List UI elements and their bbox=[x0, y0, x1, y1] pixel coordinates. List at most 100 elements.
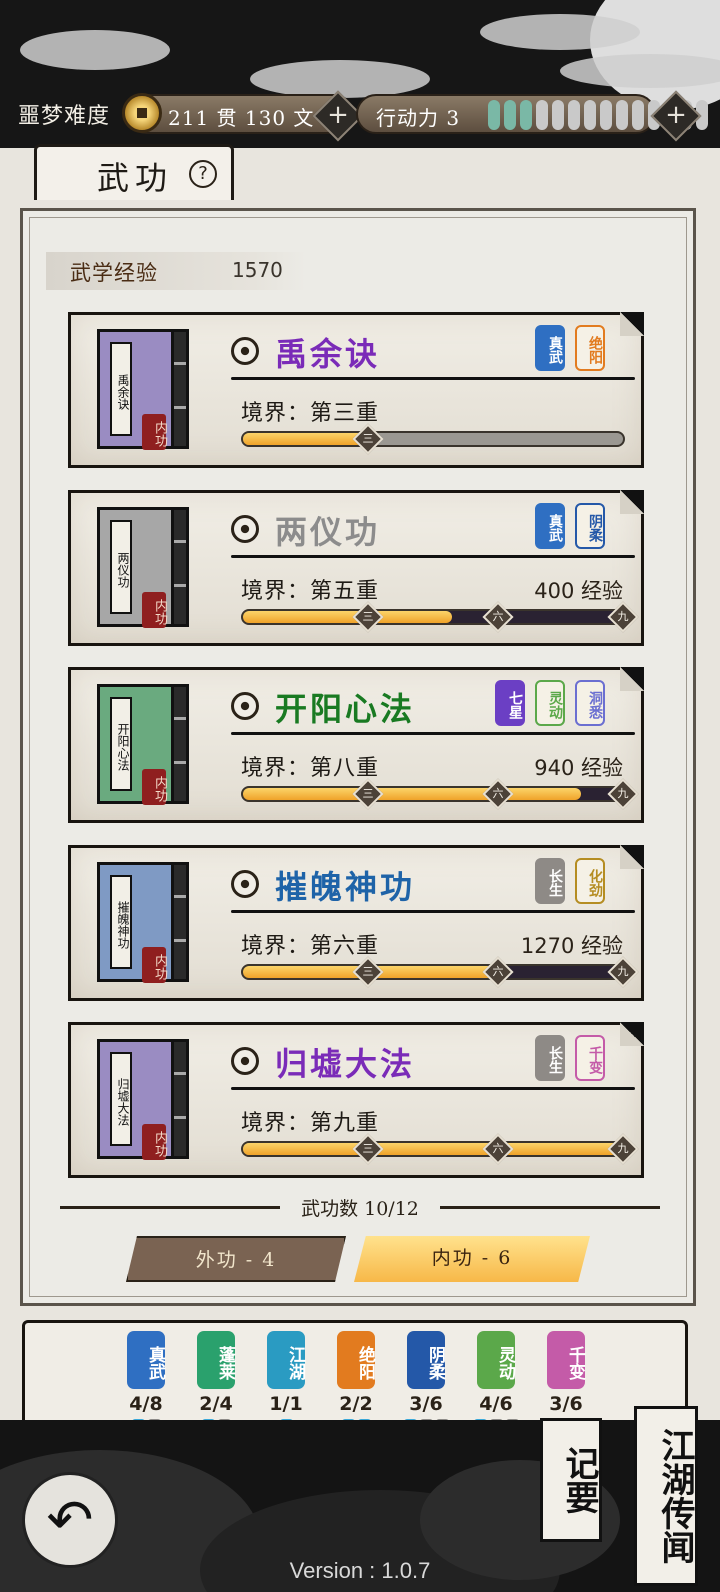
milestone-9: 九 bbox=[607, 778, 639, 810]
divider bbox=[231, 1087, 635, 1090]
book-seal: 内功 bbox=[142, 414, 167, 450]
action-point-pip bbox=[616, 100, 628, 130]
realm-progress-fill bbox=[243, 1143, 623, 1155]
school-count: 4/6 bbox=[479, 1393, 513, 1415]
skill-card[interactable]: 归墟大法 内功 归墟大法 长生 千变 境界：第九重 三 六 九 bbox=[68, 1022, 644, 1178]
plus-icon: + bbox=[665, 100, 687, 130]
realm-progress-bar: 三 六 九 bbox=[241, 423, 625, 455]
school-stamp: 江湖 bbox=[267, 1331, 305, 1389]
skill-tags: 真武 绝阳 bbox=[535, 325, 605, 371]
milestone-3: 三 bbox=[352, 1133, 384, 1165]
action-point-pip bbox=[568, 100, 580, 130]
money-value: 211 贯 130 文 bbox=[168, 106, 315, 130]
divider bbox=[231, 555, 635, 558]
skill-realm: 境界：第五重 bbox=[241, 579, 380, 604]
skill-card[interactable]: 开阳心法 内功 开阳心法 七星 灵动 洞悉 境界：第八重 940 经验 三 六 九 bbox=[68, 667, 644, 823]
experience-required: 400 经验 bbox=[534, 579, 623, 603]
book-seal: 内功 bbox=[142, 1124, 167, 1160]
milestone-3: 三 bbox=[352, 956, 384, 988]
filter-inner-skills-button[interactable]: 内功 - 6 bbox=[354, 1236, 590, 1282]
resource-bar: 噩梦难度 211 贯 130 文 + 行动力 3 + bbox=[0, 88, 720, 142]
realm-progress-fill bbox=[243, 611, 452, 623]
milestone-9: 九 bbox=[607, 601, 639, 633]
skill-name: 禹余诀 bbox=[275, 335, 381, 373]
school-stamp: 千变 bbox=[547, 1331, 585, 1389]
skill-book-icon: 开阳心法 内功 bbox=[97, 684, 189, 805]
skill-type-icon bbox=[231, 515, 259, 543]
skill-name: 两仪功 bbox=[275, 513, 381, 551]
skill-name: 开阳心法 bbox=[275, 690, 416, 728]
skill-card[interactable]: 摧魄神功 内功 摧魄神功 长生 化劲 境界：第六重 1270 经验 三 六 九 bbox=[68, 845, 644, 1001]
skill-type-icon bbox=[231, 692, 259, 720]
milestone-9: 九 bbox=[607, 1133, 639, 1165]
school-summary-item[interactable]: 真武 4/8 bbox=[121, 1331, 171, 1427]
plus-icon: + bbox=[327, 100, 349, 130]
add-action-points-button[interactable]: + bbox=[650, 90, 702, 142]
difficulty-label: 噩梦难度 bbox=[18, 104, 111, 129]
skill-realm: 境界：第九重 bbox=[241, 1111, 380, 1136]
realm-progress-fill bbox=[243, 433, 369, 445]
school-stamp: 真武 bbox=[127, 1331, 165, 1389]
book-title: 两仪功 bbox=[110, 520, 132, 614]
school-stamp: 灵动 bbox=[477, 1331, 515, 1389]
book-title: 归墟大法 bbox=[110, 1052, 132, 1146]
action-point-pip bbox=[552, 100, 564, 130]
skill-card[interactable]: 禹余诀 内功 禹余诀 真武绝阳 境界：第三重 三 六 九 bbox=[68, 312, 644, 468]
school-summary-item[interactable]: 江湖 1/1 bbox=[261, 1331, 311, 1427]
action-point-pip bbox=[488, 100, 500, 130]
card-corner bbox=[620, 312, 644, 336]
skill-tags: 长生 化劲 bbox=[535, 858, 605, 904]
school-summary-item[interactable]: 千变 3/6 bbox=[541, 1331, 591, 1419]
school-tag: 洞悉 bbox=[575, 680, 605, 726]
skill-name: 归墟大法 bbox=[275, 1045, 416, 1083]
skill-count: 武功数 10/12 bbox=[301, 1198, 419, 1220]
action-points-bar: 行动力 3 bbox=[356, 94, 708, 134]
school-tag: 千变 bbox=[575, 1035, 605, 1081]
school-tag: 阴柔 bbox=[575, 503, 605, 549]
back-button[interactable]: ↶ bbox=[22, 1472, 118, 1568]
school-stamp: 阴柔 bbox=[407, 1331, 445, 1389]
book-seal: 内功 bbox=[142, 592, 167, 628]
milestone-3: 三 bbox=[352, 778, 384, 810]
school-tag: 七星 bbox=[495, 680, 525, 726]
school-count: 2/2 bbox=[339, 1393, 373, 1415]
card-corner bbox=[620, 1022, 644, 1046]
skill-realm: 境界：第八重 bbox=[241, 756, 380, 781]
book-seal: 内功 bbox=[142, 947, 167, 983]
help-icon[interactable]: ? bbox=[189, 160, 217, 188]
realm-progress-fill bbox=[243, 788, 582, 800]
skill-book-icon: 归墟大法 内功 bbox=[97, 1039, 189, 1160]
milestone-6: 六 bbox=[482, 601, 514, 633]
tab-martial-arts[interactable]: 武功 ? bbox=[34, 144, 234, 200]
skill-tags: 长生 千变 bbox=[535, 1035, 605, 1081]
milestone-3: 三 bbox=[352, 601, 384, 633]
school-count: 2/4 bbox=[199, 1393, 233, 1415]
school-summary-item[interactable]: 灵动 4/6 bbox=[471, 1331, 521, 1427]
school-count: 1/1 bbox=[269, 1393, 303, 1415]
divider bbox=[231, 732, 635, 735]
school-summary-item[interactable]: 蓬莱 2/4 bbox=[191, 1331, 241, 1427]
skill-count-row: 武功数 10/12 bbox=[60, 1192, 660, 1222]
school-tag: 真武 bbox=[535, 325, 565, 371]
school-tag: 绝阳 bbox=[575, 325, 605, 371]
action-point-pip bbox=[520, 100, 532, 130]
school-summary-item[interactable]: 绝阳 2/2 bbox=[331, 1331, 381, 1427]
divider bbox=[231, 377, 635, 380]
school-tag: 长生 bbox=[535, 858, 565, 904]
book-seal: 内功 bbox=[142, 769, 167, 805]
skill-name: 摧魄神功 bbox=[275, 868, 416, 906]
school-summary-item[interactable]: 阴柔 3/6 bbox=[401, 1331, 451, 1427]
school-stamp: 蓬莱 bbox=[197, 1331, 235, 1389]
realm-progress-bar: 三 六 九 bbox=[241, 956, 639, 988]
action-point-pip bbox=[600, 100, 612, 130]
martial-experience: 武学经验 1570 bbox=[46, 252, 306, 290]
skill-card[interactable]: 两仪功 内功 两仪功 真武 阴柔 境界：第五重 400 经验 三 六 九 bbox=[68, 490, 644, 646]
skill-tags: 真武 阴柔 bbox=[535, 503, 605, 549]
skill-book-icon: 两仪功 内功 bbox=[97, 507, 189, 628]
milestone-6: 六 bbox=[482, 956, 514, 988]
memo-button[interactable]: 记要 bbox=[540, 1418, 602, 1542]
filter-outer-skills-button[interactable]: 外功 - 4 bbox=[126, 1236, 346, 1282]
skill-realm: 境界：第三重 bbox=[241, 401, 380, 426]
coin-icon bbox=[122, 93, 162, 133]
version-label: Version : 1.0.7 bbox=[289, 1558, 431, 1583]
